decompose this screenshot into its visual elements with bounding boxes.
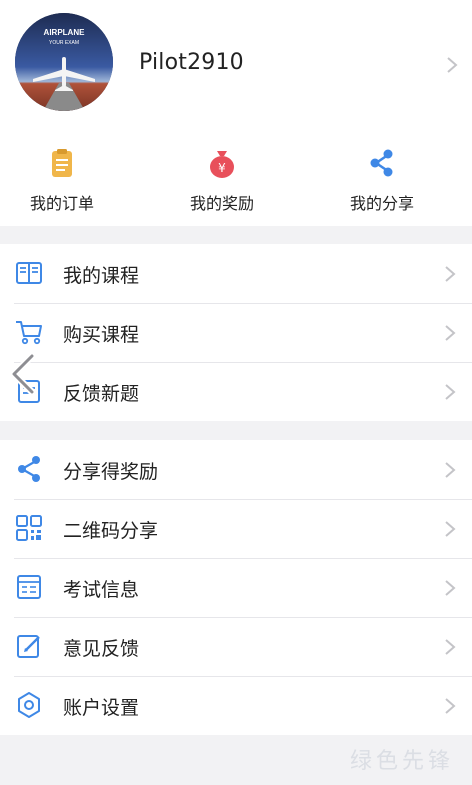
chevron-right-icon [444,265,456,283]
edit-icon [14,631,44,661]
chevron-right-icon [444,697,456,715]
menu-label: 二维码分享 [63,520,159,542]
chevron-right-icon [444,383,456,401]
my-rewards-button[interactable]: ¥ 我的奖励 [157,126,287,226]
chevron-right-icon [444,579,456,597]
menu-item-qr-share[interactable]: 二维码分享 [0,499,472,558]
my-orders-button[interactable]: 我的订单 [0,126,127,226]
menu-item-feedback-questions[interactable]: 反馈新题 [0,362,472,421]
menu-item-my-courses[interactable]: 我的课程 [0,244,472,303]
menu-label: 考试信息 [63,579,140,601]
menu-item-feedback[interactable]: 意见反馈 [0,617,472,676]
my-shares-label: 我的分享 [349,194,414,213]
clipboard-icon [45,146,79,180]
chevron-right-icon [444,324,456,342]
menu-section-more: 分享得奖励 二维码分享 考试信息 意见反馈 账户设置 [0,440,472,735]
menu-item-exam-info[interactable]: 考试信息 [0,558,472,617]
profile-header[interactable]: AIRPLANE YOUR EXAM Pilot2910 [0,0,472,126]
menu-label: 我的课程 [63,265,140,287]
avatar-subtitle: YOUR EXAM [49,40,79,46]
menu-label: 分享得奖励 [63,461,159,483]
share-icon [14,454,44,484]
quick-actions: 我的订单 ¥ 我的奖励 我的分享 [0,126,472,226]
menu-item-buy-courses[interactable]: 购买课程 [0,303,472,362]
avatar-title: AIRPLANE [44,28,86,37]
menu-item-account-settings[interactable]: 账户设置 [0,676,472,735]
chevron-right-icon [446,56,458,74]
svg-text:¥: ¥ [218,161,226,175]
cart-icon [14,317,44,347]
menu-label: 购买课程 [63,324,140,346]
qr-code-icon [14,513,44,543]
menu-label: 意见反馈 [63,638,140,660]
chevron-right-icon [444,520,456,538]
my-orders-label: 我的订单 [29,194,94,213]
watermark: 绿色先锋 [349,749,454,774]
chevron-right-icon [444,638,456,656]
menu-section-courses: 我的课程 购买课程 反馈新题 [0,244,472,421]
menu-item-share-rewards[interactable]: 分享得奖励 [0,440,472,499]
settings-icon [14,690,44,720]
my-shares-button[interactable]: 我的分享 [317,126,447,226]
chevron-right-icon [444,461,456,479]
share-icon [365,146,399,180]
book-icon [14,258,44,288]
back-arrow-icon[interactable] [6,352,42,396]
username: Pilot2910 [139,50,244,75]
my-rewards-label: 我的奖励 [189,194,254,213]
menu-label: 反馈新题 [63,383,140,405]
money-bag-icon: ¥ [205,146,239,180]
menu-label: 账户设置 [63,697,140,719]
avatar: AIRPLANE YOUR EXAM [15,13,113,111]
exam-info-icon [14,572,44,602]
